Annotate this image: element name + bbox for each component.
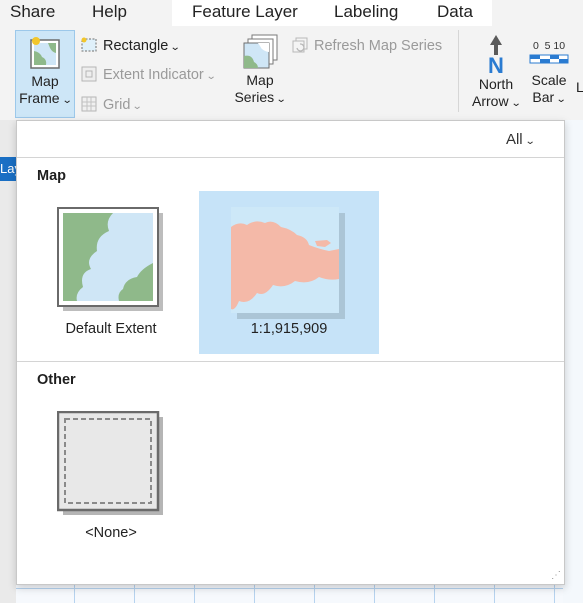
- gallery-filter-dropdown[interactable]: All ⌄: [505, 131, 536, 148]
- rectangle-icon: [81, 37, 97, 52]
- tab-data[interactable]: Data: [437, 0, 473, 26]
- north-arrow-glyph: N: [488, 53, 504, 78]
- chevron-down-icon: ⌄: [275, 94, 287, 105]
- refresh-map-series-label: Refresh Map Series: [314, 38, 443, 54]
- rectangle-button[interactable]: Rectangle ⌄: [80, 35, 181, 57]
- north-arrow-button[interactable]: N North Arrow ⌄: [467, 30, 525, 118]
- scale-bar-label-line2: Bar: [532, 89, 555, 105]
- chevron-down-icon: ⌄: [205, 71, 217, 82]
- map-frame-label-line1: Map: [31, 73, 59, 89]
- rectangle-label: Rectangle: [103, 38, 169, 54]
- tab-labeling[interactable]: Labeling: [334, 0, 398, 26]
- resize-grip-icon[interactable]: ⋰: [551, 570, 561, 581]
- chevron-down-icon: ⌄: [61, 95, 73, 106]
- map-frame-label-line2: Frame: [19, 90, 60, 106]
- layout-left-margin: [0, 120, 16, 603]
- layout-ruler-right: [563, 120, 583, 603]
- tab-share[interactable]: Share: [10, 0, 55, 26]
- north-arrow-label-line2: Arrow: [472, 93, 509, 109]
- ribbon-insert-group: Map Frame ⌄ Rectangle ⌄ Extent Indicator ⌄ …: [0, 26, 583, 121]
- scale-bar-button[interactable]: 0 5 10 Scale Bar ⌄: [526, 30, 572, 118]
- chevron-down-icon: ⌄: [510, 98, 522, 109]
- map-series-icon: [243, 34, 278, 69]
- map-series-button[interactable]: Map Series ⌄: [230, 30, 290, 118]
- gallery-divider: [17, 361, 564, 362]
- ribbon-separator: [458, 30, 459, 112]
- chevron-down-icon: ⌄: [132, 101, 144, 112]
- map-series-label-line1: Map: [246, 72, 274, 88]
- truncated-ribbon-label: L: [576, 79, 583, 95]
- grid-button[interactable]: Grid ⌄: [80, 94, 144, 116]
- current-map-extent-thumbnail: [231, 207, 345, 319]
- extent-indicator-button[interactable]: Extent Indicator ⌄: [80, 64, 217, 86]
- refresh-map-series-icon: [292, 37, 308, 53]
- none-frame-thumbnail: [57, 411, 163, 515]
- chevron-down-icon: ⌄: [524, 136, 536, 147]
- scale-bar-label-line1: Scale: [531, 72, 567, 88]
- default-extent-map-thumbnail: [57, 207, 163, 311]
- refresh-map-series-button[interactable]: Refresh Map Series: [291, 35, 442, 57]
- map-series-label-line2: Series: [234, 89, 275, 105]
- ribbon-tab-bar: Share Help Feature Layer Labeling Data: [0, 0, 583, 27]
- north-arrow-label-line1: North: [478, 76, 514, 92]
- gallery-divider: [17, 157, 564, 158]
- extent-indicator-label: Extent Indicator: [103, 67, 204, 83]
- extent-indicator-icon: [81, 66, 97, 82]
- current-map-extent-caption: 1:1,915,909: [250, 321, 328, 337]
- tab-feature-layer[interactable]: Feature Layer: [192, 0, 298, 26]
- gallery-item-current-map-extent[interactable]: 1:1,915,909: [199, 191, 379, 354]
- scale-bar-ticks: 0 5 10: [532, 40, 566, 52]
- chevron-down-icon: ⌄: [555, 94, 567, 105]
- gallery-filter-label: All: [505, 131, 523, 148]
- scale-bar-icon: [529, 54, 569, 64]
- grid-icon: [81, 96, 97, 112]
- section-title-other: Other: [37, 372, 76, 388]
- grid-label: Grid: [103, 97, 131, 113]
- map-frame-icon: [30, 37, 60, 69]
- section-title-map: Map: [37, 168, 66, 184]
- map-frame-gallery: All ⌄ Map Default Extent 1:1,915,909 Othe…: [16, 120, 565, 585]
- gallery-item-none[interactable]: <None>: [47, 407, 175, 553]
- layout-view-tab[interactable]: Lay: [0, 157, 16, 181]
- chevron-down-icon: ⌄: [170, 42, 181, 53]
- contextual-tab-group: Feature Layer Labeling Data: [172, 0, 492, 27]
- gallery-item-default-extent[interactable]: Default Extent: [47, 201, 175, 351]
- map-frame-button[interactable]: Map Frame ⌄: [15, 30, 75, 118]
- none-caption: <None>: [85, 525, 137, 541]
- default-extent-caption: Default Extent: [65, 321, 157, 337]
- tab-help[interactable]: Help: [92, 0, 127, 26]
